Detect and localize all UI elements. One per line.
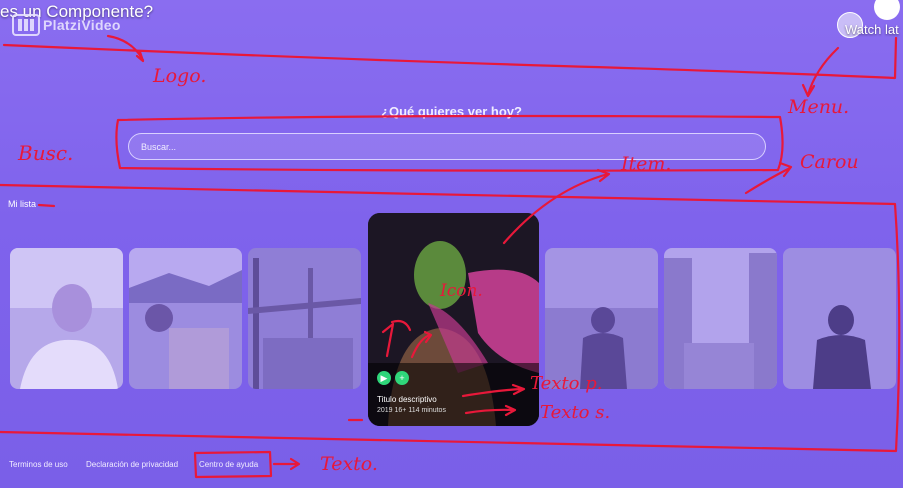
play-icon[interactable]: ▶	[377, 371, 391, 385]
carousel-item[interactable]	[664, 248, 777, 389]
carousel-item[interactable]	[248, 248, 361, 389]
section-label: Mi lista	[8, 199, 37, 209]
thumbnail-image	[783, 248, 896, 389]
annotation-label: Logo.	[152, 65, 206, 87]
thumbnail-image	[129, 248, 242, 389]
logo[interactable]: PlatziVideo	[12, 13, 121, 37]
featured-meta: 2019 16+ 114 minutos	[377, 407, 446, 414]
annotation-label: Busc.	[17, 141, 73, 165]
carousel-item[interactable]	[783, 248, 896, 389]
footer-link-terms[interactable]: Terminos de uso	[9, 460, 68, 469]
logo-text: PlatziVideo	[43, 17, 121, 33]
featured-title: Titulo descriptivo	[377, 395, 437, 404]
carousel-item[interactable]	[129, 248, 242, 389]
footer-link-privacy[interactable]: Declaración de privacidad	[86, 460, 178, 469]
thumbnail-image	[545, 248, 658, 389]
carousel-item[interactable]	[545, 248, 658, 389]
thumbnail-image	[10, 248, 123, 389]
thumbnail-image	[664, 248, 777, 389]
search-input[interactable]	[129, 134, 765, 159]
watch-later-label[interactable]: Watch lat	[845, 22, 899, 37]
annotation-label: Texto.	[320, 453, 378, 475]
search-box[interactable]	[128, 133, 766, 160]
add-icon[interactable]: +	[395, 371, 409, 385]
thumbnail-image	[248, 248, 361, 389]
featured-item[interactable]: ▶ + Titulo descriptivo 2019 16+ 114 minu…	[368, 213, 539, 426]
annotation-label: Texto s.	[540, 402, 610, 423]
carousel-item[interactable]	[10, 248, 123, 389]
footer-link-help[interactable]: Centro de ayuda	[199, 460, 258, 469]
featured-actions: ▶ +	[377, 371, 409, 385]
clock-icon[interactable]	[874, 0, 900, 20]
search-heading: ¿Qué quieres ver hoy?	[381, 104, 522, 119]
annotation-label: Carou	[800, 151, 859, 173]
logo-icon	[12, 14, 40, 36]
